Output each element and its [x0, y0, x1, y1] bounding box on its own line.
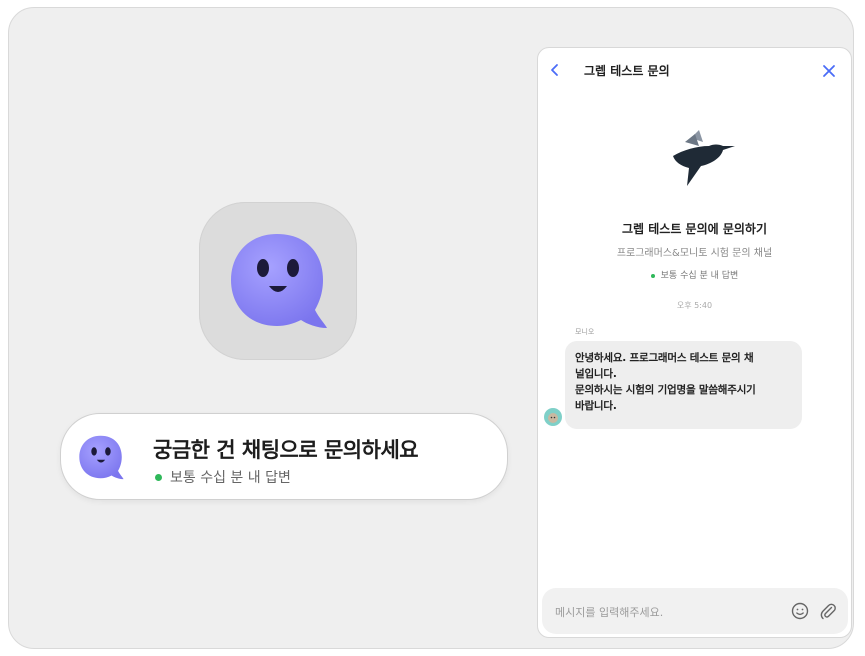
message-input-placeholder: 메시지를 입력해주세요.: [555, 606, 664, 619]
mascot-icon: [79, 435, 124, 480]
message-line: 바랍니다.: [575, 400, 617, 412]
message-bubble: 안녕하세요. 프로그래머스 테스트 문의 채 널입니다. 문의하시는 시험의 기…: [565, 341, 802, 429]
banner-title: 궁금한 건 채팅으로 문의하세요: [153, 438, 419, 462]
status-dot: [650, 273, 655, 278]
paperclip-icon[interactable]: [818, 601, 838, 621]
chat-panel: 그렙 테스트 문의 그렙 테스트 문의에 문의하기 프로그래머스&모니토 시험 …: [537, 47, 852, 638]
message-line: 문의하시는 시험의 기업명을 말씀해주시기: [575, 384, 756, 396]
welcome-subtitle: 프로그래머스&모니토 시험 문의 채널: [616, 248, 773, 259]
emoji-icon[interactable]: [790, 601, 810, 621]
chat-invite-banner[interactable]: 궁금한 건 채팅으로 문의하세요 보통 수십 분 내 답변: [60, 413, 508, 500]
avatar-face-icon: [548, 413, 558, 423]
welcome-title: 그렙 테스트 문의에 문의하기: [621, 222, 767, 236]
sender-name: 모니오: [575, 328, 595, 336]
chat-title: 그렙 테스트 문의: [584, 64, 670, 78]
chat-header: 그렙 테스트 문의: [538, 48, 851, 94]
welcome-status: 보통 수십 분 내 답변: [538, 268, 851, 281]
mascot-icon: [231, 234, 327, 328]
banner-status: 보통 수십 분 내 답변: [155, 467, 291, 487]
welcome-status-text: 보통 수십 분 내 답변: [660, 271, 739, 281]
back-icon[interactable]: [546, 60, 564, 80]
message-line: 안녕하세요. 프로그래머스 테스트 문의 채: [575, 352, 754, 364]
message-time: 오후 5:40: [676, 301, 713, 310]
message-input[interactable]: 메시지를 입력해주세요.: [542, 588, 848, 634]
app-icon-tile: [199, 202, 357, 360]
banner-status-text: 보통 수십 분 내 답변: [170, 470, 291, 486]
message-line: 널입니다.: [575, 368, 617, 380]
preview-frame: 궁금한 건 채팅으로 문의하세요 보통 수십 분 내 답변 그렙 테스트 문의 …: [8, 7, 854, 649]
close-icon[interactable]: [821, 63, 837, 79]
status-dot: [155, 473, 162, 481]
hummingbird-logo: [673, 130, 735, 186]
avatar: [544, 408, 562, 426]
